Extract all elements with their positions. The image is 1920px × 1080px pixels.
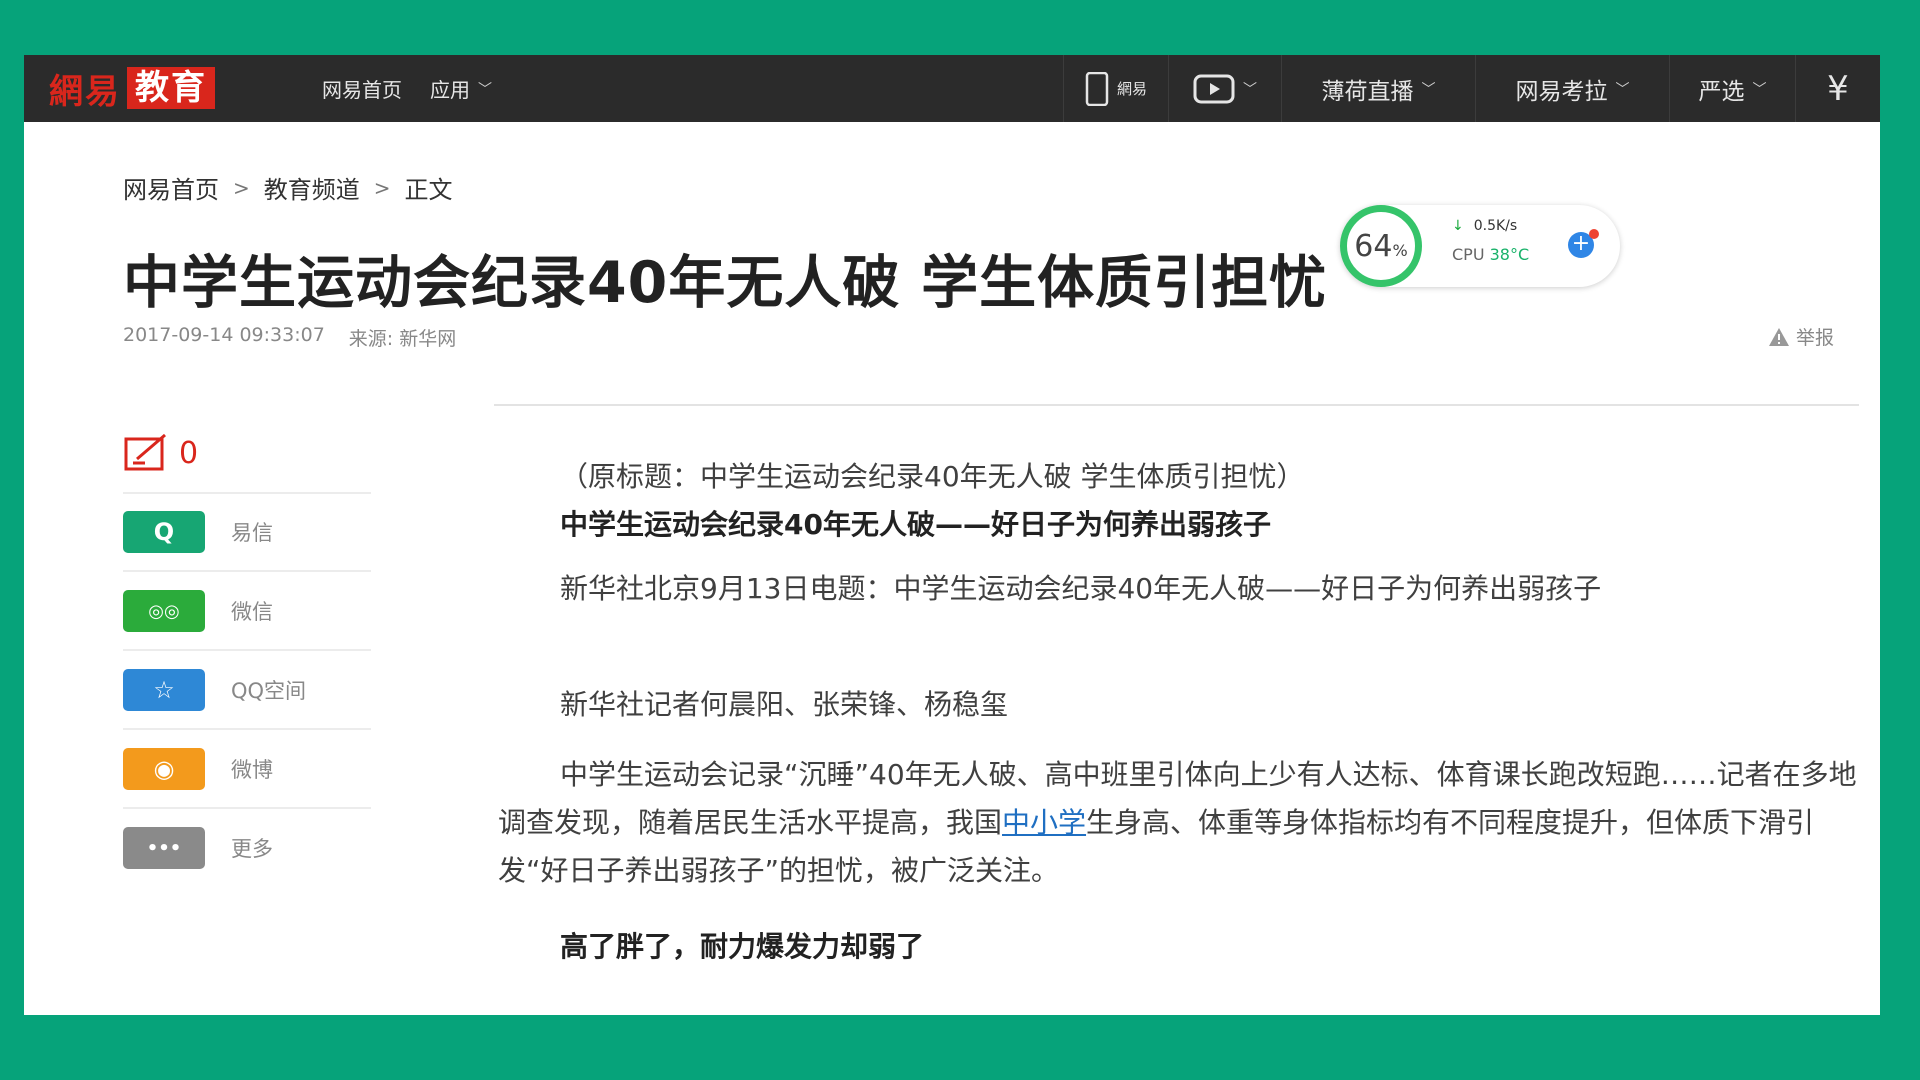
comment-button[interactable]: 0: [123, 433, 198, 473]
network-speed: ↓ 0.5K/s: [1452, 218, 1517, 234]
article-source[interactable]: 来源: 新华网: [349, 324, 456, 351]
yen-menu-icon: ¥: [1827, 68, 1849, 109]
mobile-app-button[interactable]: 網易: [1063, 55, 1168, 122]
share-qzone[interactable]: ☆ QQ空间: [123, 669, 306, 711]
share-divider: [123, 728, 371, 730]
yanxuan-label: 严选: [1698, 78, 1745, 105]
share-divider: [123, 570, 371, 572]
more-menu-button[interactable]: ¥: [1795, 55, 1880, 122]
breadcrumb-current: 正文: [404, 176, 453, 204]
memory-usage-ring: 64 %: [1340, 205, 1422, 287]
yixin-icon: Q: [123, 511, 205, 553]
share-weibo-label: 微博: [231, 758, 273, 782]
article-title: 中学生运动会纪录40年无人破 学生体质引担忧: [123, 250, 1328, 316]
breadcrumb: 网易首页 > 教育频道 > 正文: [123, 170, 453, 205]
chevron-down-icon: ﹀: [478, 81, 492, 98]
video-dropdown[interactable]: ﹀: [1168, 55, 1281, 122]
nav-apps-label: 应用: [430, 78, 470, 102]
article-paragraph: 新华社北京9月13日电题：中学生运动会纪录40年无人破——好日子为何养出弱孩子: [560, 572, 1602, 605]
share-wechat-label: 微信: [231, 600, 273, 624]
nav-apps-dropdown[interactable]: 应用 ﹀: [430, 74, 492, 103]
kaola-label: 网易考拉: [1515, 78, 1608, 105]
report-link[interactable]: 举报: [1768, 323, 1834, 350]
live-label: 薄荷直播: [1321, 78, 1414, 105]
yanxuan-dropdown[interactable]: 严选 ﹀: [1669, 55, 1795, 122]
chevron-down-icon: ﹀: [1421, 81, 1436, 98]
content-divider: [494, 404, 1859, 406]
memory-percent-unit: %: [1392, 240, 1408, 260]
share-more[interactable]: ••• 更多: [123, 827, 273, 869]
cpu-temp: 38°C: [1489, 245, 1530, 264]
article-paragraph: 中学生运动会记录“沉睡”40年无人破、高中班里引体向上少有人达标、体育课长跑改短…: [498, 751, 1858, 895]
network-speed-value: 0.5K/s: [1473, 218, 1518, 234]
share-wechat[interactable]: ◎◎ 微信: [123, 590, 273, 632]
chevron-right-icon: >: [373, 175, 391, 200]
chevron-down-icon: ﹀: [1243, 81, 1257, 98]
breadcrumb-channel[interactable]: 教育频道: [264, 170, 360, 205]
browser-page: 網易 教育 网易首页 应用 ﹀ 網易 ﹀ 薄荷直播 ﹀ 网易考拉 ﹀ 严选 ﹀ …: [24, 55, 1880, 1015]
original-title: （原标题：中学生运动会纪录40年无人破 学生体质引担忧）: [560, 460, 1305, 493]
share-more-label: 更多: [231, 837, 273, 861]
logo-text: 網易: [49, 71, 121, 112]
report-label: 举报: [1795, 327, 1834, 349]
edit-comment-icon: [124, 433, 166, 471]
wechat-icon: ◎◎: [123, 590, 205, 632]
chevron-right-icon: >: [233, 175, 250, 200]
article-byline: 新华社记者何晨阳、张荣锋、杨稳玺: [560, 688, 1009, 721]
download-arrow-icon: ↓: [1452, 218, 1464, 234]
share-yixin[interactable]: Q 易信: [123, 511, 273, 553]
chevron-down-icon: ﹀: [1752, 81, 1767, 98]
cpu-readout: CPU 38°C: [1452, 245, 1529, 264]
memory-percent: 64: [1354, 228, 1393, 264]
netease-edu-logo[interactable]: 網易 教育: [49, 67, 215, 112]
kaola-dropdown[interactable]: 网易考拉 ﹀: [1475, 55, 1669, 122]
share-divider: [123, 492, 371, 494]
more-icon: •••: [123, 827, 205, 869]
logo-box: 教育: [127, 67, 215, 109]
article-subtitle: 中学生运动会纪录40年无人破——好日子为何养出弱孩子: [560, 508, 1271, 541]
article-meta: 2017-09-14 09:33:07 来源: 新华网: [123, 324, 456, 351]
cpu-label: CPU: [1452, 245, 1485, 264]
comment-count: 0: [179, 435, 199, 471]
phone-icon: [1085, 71, 1109, 106]
chevron-down-icon: ﹀: [1615, 81, 1630, 98]
nav-home-label: 网易首页: [322, 78, 402, 102]
warning-icon: [1768, 327, 1789, 346]
section-heading: 高了胖了，耐力爆发力却弱了: [560, 930, 925, 963]
play-icon: [1193, 74, 1235, 103]
share-divider: [123, 807, 371, 809]
qzone-icon: ☆: [123, 669, 205, 711]
share-divider: [123, 649, 371, 651]
breadcrumb-home[interactable]: 网易首页: [123, 170, 219, 205]
primary-school-link[interactable]: 中小学: [1002, 806, 1086, 839]
notification-dot: [1589, 229, 1599, 239]
mobile-app-label: 網易: [1116, 80, 1147, 98]
share-weibo[interactable]: ◉ 微博: [123, 748, 273, 790]
top-nav-bar: 網易 教育 网易首页 应用 ﹀ 網易 ﹀ 薄荷直播 ﹀ 网易考拉 ﹀ 严选 ﹀ …: [24, 55, 1880, 122]
article-datetime: 2017-09-14 09:33:07: [123, 324, 325, 346]
share-yixin-label: 易信: [231, 521, 273, 545]
weibo-icon: ◉: [123, 748, 205, 790]
share-qzone-label: QQ空间: [231, 679, 307, 703]
nav-home-link[interactable]: 网易首页: [322, 74, 402, 103]
live-dropdown[interactable]: 薄荷直播 ﹀: [1281, 55, 1475, 122]
system-monitor-widget[interactable]: 64 % ↓ 0.5K/s CPU 38°C +: [1340, 205, 1620, 287]
